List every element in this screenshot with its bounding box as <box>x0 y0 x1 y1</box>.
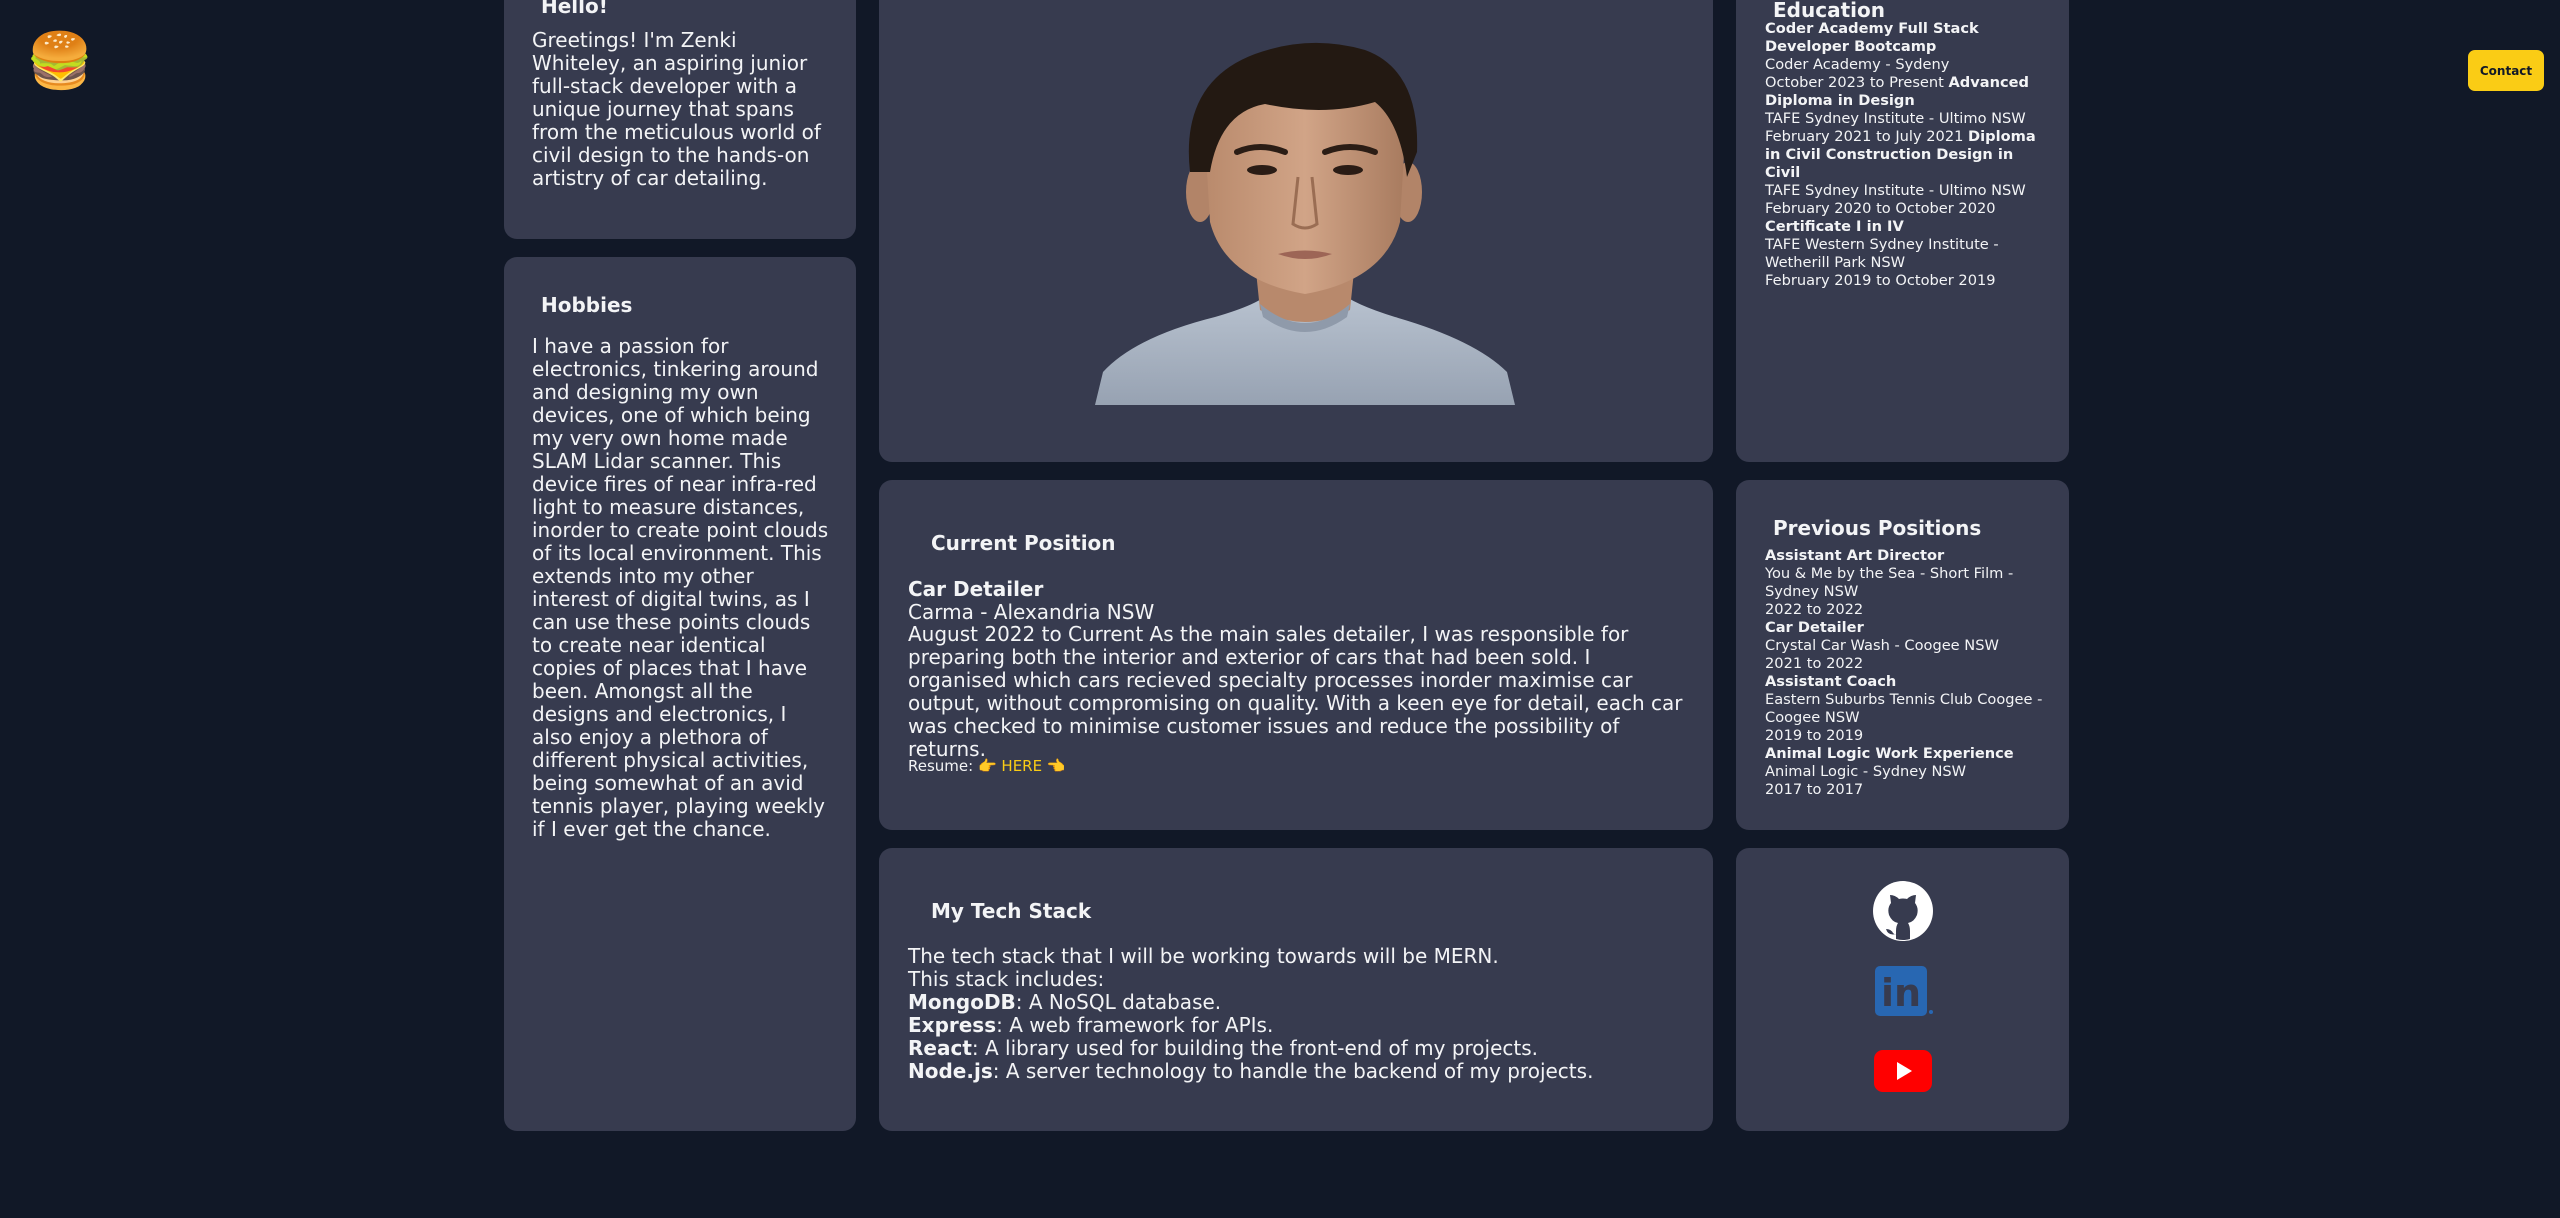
previous-role: Assistant Coach <box>1765 673 1897 690</box>
education-institution: Coder Academy - Sydeny <box>1765 56 1950 73</box>
tech-stack-body: The tech stack that I will be working to… <box>908 945 1688 1083</box>
previous-position-item: Animal Logic Work Experience Animal Logi… <box>1765 745 2055 799</box>
hobbies-text: I have a passion for electronics, tinker… <box>532 334 829 841</box>
github-icon[interactable] <box>1873 881 1933 945</box>
current-company: Carma - Alexandria NSW <box>908 600 1155 624</box>
current-role: Car Detailer <box>908 577 1044 601</box>
tech-name: Node.js <box>908 1059 993 1083</box>
tech-item: MongoDB: A NoSQL database. <box>908 991 1688 1014</box>
previous-dates: 2021 to 2022 <box>1765 655 1864 672</box>
previous-dates: 2019 to 2019 <box>1765 727 1864 744</box>
tech-desc: : A web framework for APIs. <box>996 1013 1274 1037</box>
previous-dates: 2017 to 2017 <box>1765 781 1864 798</box>
tech-name: MongoDB <box>908 990 1016 1014</box>
svg-text:in: in <box>1881 971 1921 1015</box>
previous-positions-list: Assistant Art Director You & Me by the S… <box>1765 547 2055 799</box>
tech-item: Node.js: A server technology to handle t… <box>908 1060 1688 1083</box>
education-dates: October 2023 to Present <box>1765 74 1944 91</box>
contact-button[interactable]: Contact <box>2468 50 2544 91</box>
previous-company: Eastern Suburbs Tennis Club Coogee - Coo… <box>1765 691 2043 726</box>
education-title: Education <box>1773 0 1885 22</box>
tech-stack-title: My Tech Stack <box>931 899 1092 923</box>
current-description: August 2022 to Current As the main sales… <box>908 623 1688 761</box>
current-dates: August 2022 to Current <box>908 622 1144 646</box>
resume-label: Resume: <box>908 757 974 775</box>
tech-stack-card: My Tech Stack The tech stack that I will… <box>879 848 1713 1131</box>
previous-positions-title: Previous Positions <box>1773 516 1982 540</box>
education-dates: February 2019 to October 2019 <box>1765 272 1996 289</box>
hello-card: Hello! Greetings! I'm Zenki Whiteley, an… <box>504 0 856 239</box>
previous-position-item: Assistant Coach Eastern Suburbs Tennis C… <box>1765 673 2055 745</box>
education-card: Education Coder Academy Full Stack Devel… <box>1736 0 2069 462</box>
tech-name: React <box>908 1036 972 1060</box>
profile-photo <box>1095 42 1515 405</box>
hobbies-card: Hobbies I have a passion for electronics… <box>504 257 856 1131</box>
education-course: Coder Academy Full Stack Developer Bootc… <box>1765 20 1979 55</box>
previous-role: Assistant Art Director <box>1765 547 1945 564</box>
previous-company: Animal Logic - Sydney NSW <box>1765 763 1967 780</box>
education-dates: February 2021 to July 2021 <box>1765 128 1964 145</box>
resume-line: Resume: 👉 HERE 👈 <box>908 757 1066 775</box>
education-dates: February 2020 to October 2020 <box>1765 200 1996 217</box>
previous-role: Car Detailer <box>1765 619 1864 636</box>
tech-name: Express <box>908 1013 997 1037</box>
previous-position-item: Car Detailer Crystal Car Wash - Coogee N… <box>1765 619 2055 673</box>
previous-positions-card: Previous Positions Assistant Art Directo… <box>1736 480 2069 830</box>
education-institution: TAFE Sydney Institute - Ultimo NSW <box>1765 182 2026 199</box>
hello-text: Greetings! I'm Zenki Whiteley, an aspiri… <box>532 28 821 190</box>
previous-dates: 2022 to 2022 <box>1765 601 1864 618</box>
education-course: Certificate I in IV <box>1765 218 1904 235</box>
linkedin-icon[interactable]: in <box>1875 966 1935 1020</box>
education-list: Coder Academy Full Stack Developer Bootc… <box>1765 20 2047 290</box>
hello-title: Hello! <box>541 0 608 18</box>
education-item: Coder Academy Full Stack Developer Bootc… <box>1765 20 2047 290</box>
previous-company: You & Me by the Sea - Short Film - Sydne… <box>1765 565 2014 600</box>
hobbies-title: Hobbies <box>541 293 633 317</box>
previous-company: Crystal Car Wash - Coogee NSW <box>1765 637 1999 654</box>
tech-intro: The tech stack that I will be working to… <box>908 944 1499 968</box>
education-institution: TAFE Western Sydney Institute - Wetheril… <box>1765 236 1999 271</box>
tech-item: Express: A web framework for APIs. <box>908 1014 1688 1037</box>
tech-intro: This stack includes: <box>908 967 1105 991</box>
menu-burger-icon[interactable]: 🍔 <box>26 31 93 91</box>
education-institution: TAFE Sydney Institute - Ultimo NSW <box>1765 110 2026 127</box>
tech-desc: : A server technology to handle the back… <box>992 1059 1594 1083</box>
current-position-card: Current Position Car Detailer Carma - Al… <box>879 480 1713 830</box>
resume-link[interactable]: 👉 HERE 👈 <box>978 757 1066 775</box>
current-position-title: Current Position <box>931 531 1116 555</box>
tech-item: React: A library used for building the f… <box>908 1037 1688 1060</box>
profile-photo-card <box>879 0 1713 462</box>
social-links-card: in <box>1736 848 2069 1131</box>
tech-desc: : A NoSQL database. <box>1015 990 1222 1014</box>
previous-role: Animal Logic Work Experience <box>1765 745 2014 762</box>
previous-position-item: Assistant Art Director You & Me by the S… <box>1765 547 2055 619</box>
tech-desc: : A library used for building the front-… <box>971 1036 1539 1060</box>
youtube-icon[interactable] <box>1874 1050 1932 1096</box>
